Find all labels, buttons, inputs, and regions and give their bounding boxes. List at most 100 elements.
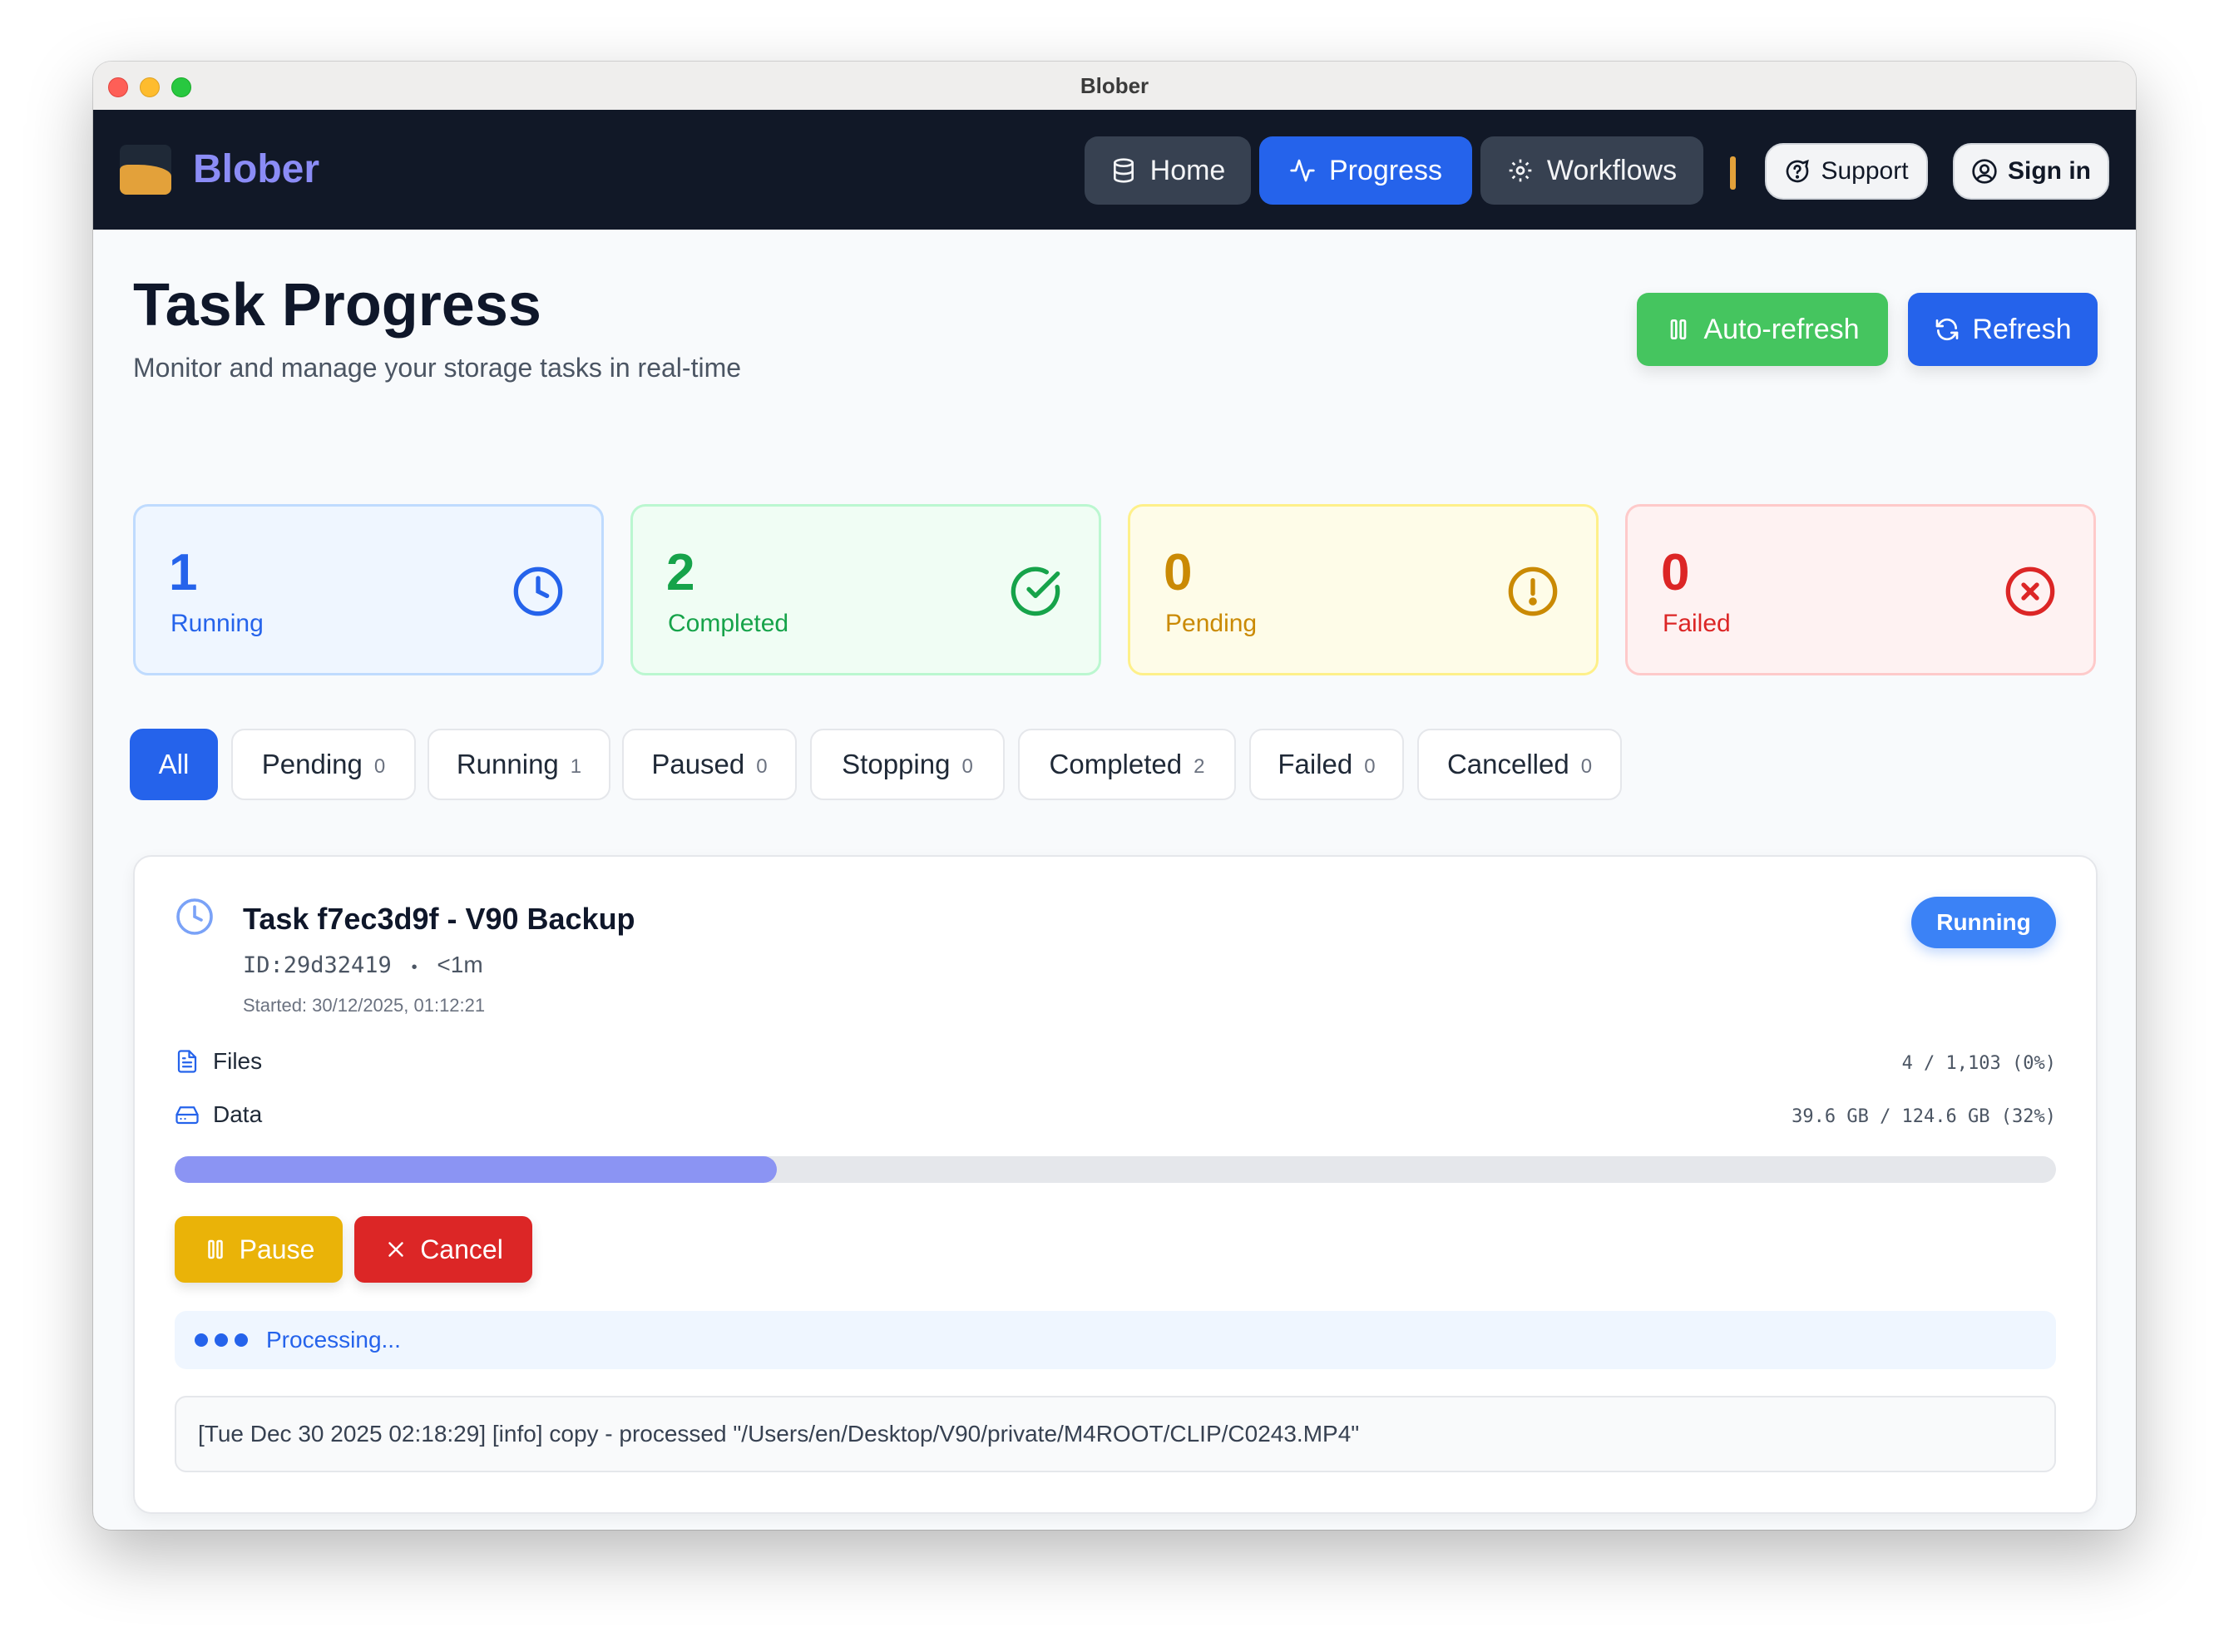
stat-card-completed[interactable]: 2 Completed xyxy=(630,504,1101,675)
support-button[interactable]: Support xyxy=(1765,143,1928,200)
brand-name[interactable]: Blober xyxy=(193,146,319,192)
filter-completed[interactable]: Completed 2 xyxy=(1018,729,1236,800)
gear-icon xyxy=(1509,159,1532,182)
filter-pending[interactable]: Pending 0 xyxy=(231,729,416,800)
stat-label: Completed xyxy=(668,610,789,637)
filter-label: Paused xyxy=(651,749,745,779)
x-circle-icon xyxy=(2005,566,2055,616)
status-badge: Running xyxy=(1911,897,2056,948)
filter-count: 0 xyxy=(1580,755,1593,778)
stat-value: 0 xyxy=(1164,544,1193,601)
sign-in-button[interactable]: Sign in xyxy=(1953,143,2109,200)
progress-bar xyxy=(175,1156,2056,1183)
nav-progress-button[interactable]: Progress xyxy=(1259,136,1472,205)
cancel-label: Cancel xyxy=(420,1234,503,1264)
logo-icon[interactable] xyxy=(120,145,171,195)
loading-dot xyxy=(195,1333,208,1347)
stat-value: 1 xyxy=(169,544,198,601)
hard-drive-icon xyxy=(175,1106,199,1125)
app-window: Blober Blober Home Progress Workflows Su… xyxy=(93,62,2136,1530)
check-circle-icon xyxy=(1011,566,1060,616)
files-row-label: Files xyxy=(175,1048,262,1075)
files-label: Files xyxy=(213,1048,263,1074)
nav-progress-label: Progress xyxy=(1328,154,1443,186)
filter-label: Completed xyxy=(1049,749,1183,779)
refresh-label: Refresh xyxy=(1972,313,2072,345)
filter-count: 0 xyxy=(756,755,768,778)
database-icon xyxy=(1113,158,1134,183)
file-icon xyxy=(177,1050,197,1073)
nav-home-label: Home xyxy=(1149,154,1226,186)
filter-stopping[interactable]: Stopping 0 xyxy=(810,729,1005,800)
filter-count: 0 xyxy=(961,755,973,778)
cancel-button[interactable]: Cancel xyxy=(354,1216,532,1283)
auto-refresh-button[interactable]: Auto-refresh xyxy=(1637,293,1888,366)
stat-label: Pending xyxy=(1165,610,1258,637)
loading-dot xyxy=(235,1333,248,1347)
nav-workflows-button[interactable]: Workflows xyxy=(1480,136,1703,205)
filter-label: All xyxy=(158,749,190,779)
clock-icon xyxy=(513,566,563,616)
data-label: Data xyxy=(213,1101,263,1127)
filter-cancelled[interactable]: Cancelled 0 xyxy=(1417,729,1622,800)
filter-running[interactable]: Running 1 xyxy=(428,729,610,800)
data-value: 39.6 GB / 124.6 GB (32%) xyxy=(1792,1106,2056,1127)
stat-value: 2 xyxy=(666,544,695,601)
stat-card-pending[interactable]: 0 Pending xyxy=(1128,504,1599,675)
data-row-label: Data xyxy=(175,1101,262,1128)
task-card: Task f7ec3d9f - V90 Backup ID:29d32419 •… xyxy=(133,855,2098,1514)
filter-label: Cancelled xyxy=(1446,749,1569,779)
auto-refresh-label: Auto-refresh xyxy=(1703,313,1860,345)
stat-label: Running xyxy=(171,610,264,637)
task-title: Task f7ec3d9f - V90 Backup xyxy=(243,902,635,936)
support-label: Support xyxy=(1821,157,1909,185)
filter-all[interactable]: All xyxy=(130,729,218,800)
files-value: 4 / 1,103 (0%) xyxy=(1901,1053,2056,1074)
top-navbar: Blober Home Progress Workflows Support S… xyxy=(93,110,2136,230)
processing-indicator: Processing... xyxy=(175,1311,2056,1369)
task-log: [Tue Dec 30 2025 02:18:29] [info] copy -… xyxy=(175,1396,2056,1472)
window-title: Blober xyxy=(1080,73,1149,98)
filter-label: Pending xyxy=(261,749,363,779)
clock-icon xyxy=(176,898,213,935)
stat-label: Failed xyxy=(1663,610,1731,637)
sign-in-label: Sign in xyxy=(2008,157,2091,185)
filter-label: Running xyxy=(456,749,559,779)
user-circle-icon xyxy=(1972,159,1997,184)
task-started: Started: 30/12/2025, 01:12:21 xyxy=(243,995,486,1016)
activity-icon xyxy=(1290,159,1315,182)
task-duration: <1m xyxy=(437,952,483,977)
nav-divider xyxy=(1730,156,1736,190)
pause-icon xyxy=(207,1239,223,1259)
filter-count: 2 xyxy=(1194,755,1205,778)
filter-label: Stopping xyxy=(842,749,951,779)
title-bar: Blober xyxy=(93,62,2136,111)
filter-count: 1 xyxy=(570,755,582,778)
page-title: Task Progress xyxy=(133,272,541,339)
close-icon xyxy=(388,1242,403,1257)
pause-icon xyxy=(1671,319,1687,339)
refresh-button[interactable]: Refresh xyxy=(1908,293,2098,366)
filter-paused[interactable]: Paused 0 xyxy=(622,729,797,800)
main-content: Task Progress Monitor and manage your st… xyxy=(93,230,2136,1530)
nav-home-button[interactable]: Home xyxy=(1085,136,1251,205)
task-meta: ID:29d32419 • <1m xyxy=(243,952,483,978)
filter-failed[interactable]: Failed 0 xyxy=(1249,729,1404,800)
filter-count: 0 xyxy=(373,755,386,778)
filter-count: 0 xyxy=(1364,755,1376,778)
nav-workflows-label: Workflows xyxy=(1546,154,1678,186)
progress-bar-fill xyxy=(175,1156,777,1183)
processing-text: Processing... xyxy=(266,1327,401,1353)
stat-value: 0 xyxy=(1661,544,1690,601)
pause-button[interactable]: Pause xyxy=(175,1216,343,1283)
stat-card-running[interactable]: 1 Running xyxy=(133,504,604,675)
page-subtitle: Monitor and manage your storage tasks in… xyxy=(133,353,742,383)
filter-label: Failed xyxy=(1278,749,1353,779)
alert-circle-icon xyxy=(1508,566,1558,616)
meta-separator: • xyxy=(411,958,418,977)
refresh-icon xyxy=(1936,318,1959,341)
task-id: ID:29d32419 xyxy=(243,952,392,978)
pause-label: Pause xyxy=(239,1234,315,1264)
stat-card-failed[interactable]: 0 Failed xyxy=(1625,504,2096,675)
help-bubble-icon xyxy=(1787,159,1810,183)
